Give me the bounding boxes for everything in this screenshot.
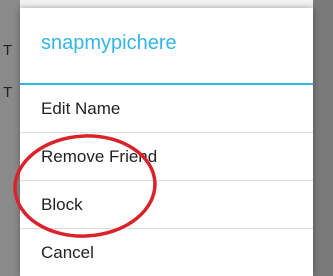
remove-friend-item[interactable]: Remove Friend	[20, 133, 313, 181]
background-right-strip	[313, 0, 333, 276]
dialog-title: snapmypichere	[41, 32, 177, 54]
block-label: Block	[41, 194, 83, 214]
dialog-header: snapmypichere	[20, 8, 313, 85]
cancel-label: Cancel	[41, 242, 94, 262]
edit-name-item[interactable]: Edit Name	[20, 85, 313, 133]
edit-name-label: Edit Name	[41, 98, 121, 118]
cancel-item[interactable]: Cancel	[20, 229, 313, 276]
background-peek-text: T	[3, 42, 13, 59]
remove-friend-label: Remove Friend	[41, 146, 158, 166]
background-peek-text: T	[3, 84, 13, 101]
block-item[interactable]: Block	[20, 181, 313, 229]
friend-options-dialog: snapmypichere Edit Name Remove Friend Bl…	[20, 8, 313, 276]
